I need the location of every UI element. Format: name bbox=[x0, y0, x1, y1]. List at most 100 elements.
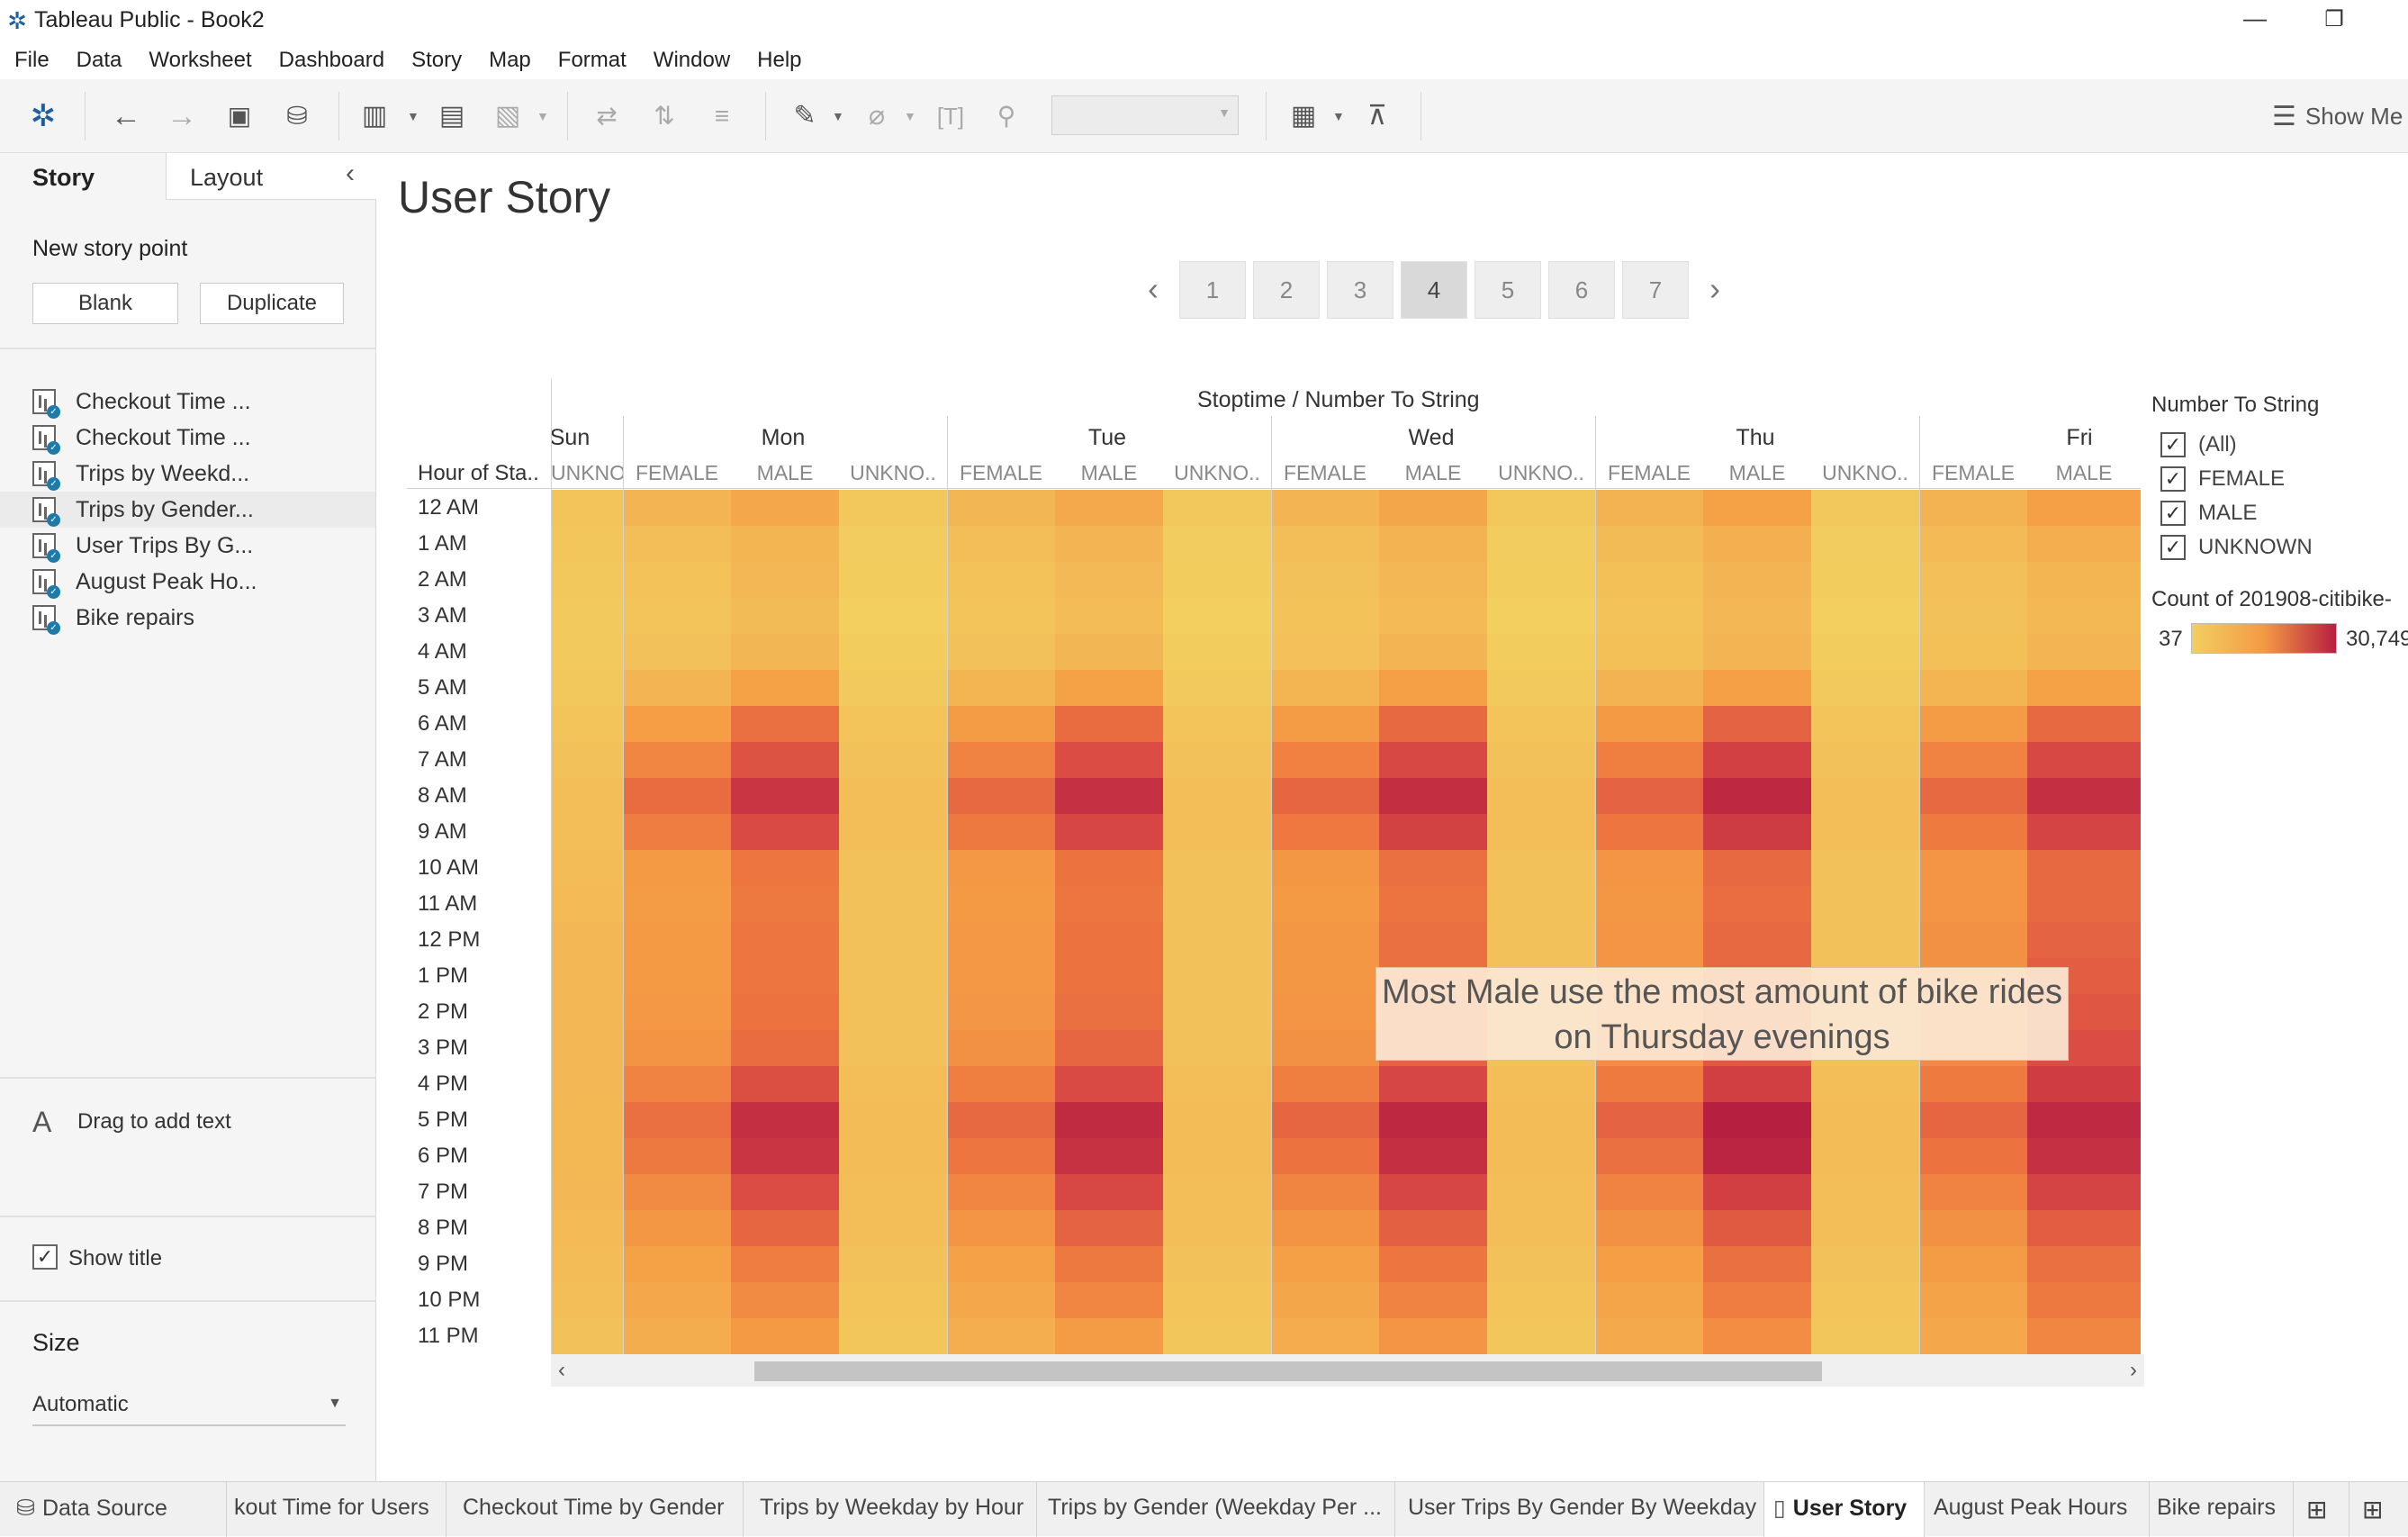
heatmap-cell[interactable] bbox=[1055, 958, 1163, 994]
heatmap-cell[interactable] bbox=[731, 1102, 839, 1138]
heatmap-cell[interactable] bbox=[1271, 1246, 1379, 1282]
heatmap-cell[interactable] bbox=[1703, 526, 1811, 562]
heatmap-cell[interactable] bbox=[1811, 778, 1919, 814]
heatmap-cell[interactable] bbox=[1163, 1318, 1271, 1354]
heatmap-cell[interactable] bbox=[1487, 670, 1595, 706]
heatmap-cell[interactable] bbox=[551, 1066, 623, 1102]
heatmap-cell[interactable] bbox=[1703, 1282, 1811, 1318]
heatmap-cell[interactable] bbox=[947, 1246, 1055, 1282]
heatmap-cell[interactable] bbox=[731, 634, 839, 670]
filter-checkbox[interactable]: ✓ bbox=[2160, 432, 2186, 457]
heatmap-cell[interactable] bbox=[623, 1102, 731, 1138]
heatmap-cell[interactable] bbox=[1703, 670, 1811, 706]
heatmap-cell[interactable] bbox=[731, 598, 839, 634]
heatmap-cell[interactable] bbox=[1487, 1318, 1595, 1354]
heatmap-cell[interactable] bbox=[2027, 598, 2141, 634]
blank-button[interactable]: Blank bbox=[32, 283, 178, 324]
heatmap-cell[interactable] bbox=[1163, 1138, 1271, 1174]
heatmap-cell[interactable] bbox=[1055, 562, 1163, 598]
heatmap-cell[interactable] bbox=[1703, 1138, 1811, 1174]
menu-story[interactable]: Story bbox=[411, 48, 462, 73]
heatmap-cell[interactable] bbox=[1055, 1138, 1163, 1174]
tab-sheet[interactable]: Checkout Time by Gender bbox=[446, 1482, 744, 1537]
heatmap-cell[interactable] bbox=[1163, 562, 1271, 598]
heatmap-cell[interactable] bbox=[1379, 850, 1487, 886]
filter-option-unknown[interactable]: ✓ UNKNOWN bbox=[2160, 532, 2313, 563]
heatmap-cell[interactable] bbox=[551, 958, 623, 994]
heatmap-cell[interactable] bbox=[623, 742, 731, 778]
heatmap-cell[interactable] bbox=[2027, 706, 2141, 742]
heatmap-cell[interactable] bbox=[551, 922, 623, 958]
heatmap-cell[interactable] bbox=[1487, 1138, 1595, 1174]
heatmap-cell[interactable] bbox=[623, 778, 731, 814]
heatmap-cell[interactable] bbox=[1487, 634, 1595, 670]
heatmap-cell[interactable] bbox=[1595, 1138, 1703, 1174]
heatmap-cell[interactable] bbox=[623, 490, 731, 526]
tab-story[interactable]: Story bbox=[0, 153, 166, 200]
heatmap-cell[interactable] bbox=[2027, 1174, 2141, 1210]
heatmap-cell[interactable] bbox=[1271, 1030, 1379, 1066]
heatmap-cell[interactable] bbox=[731, 958, 839, 994]
chevron-down-icon[interactable]: ▼ bbox=[1332, 97, 1347, 135]
next-point-icon[interactable]: › bbox=[1692, 261, 1737, 319]
heatmap-cell[interactable] bbox=[1163, 994, 1271, 1030]
story-point-7[interactable]: 7 bbox=[1622, 261, 1689, 319]
show-me-button[interactable]: ☰ Show Me bbox=[2272, 101, 2403, 132]
heatmap-cell[interactable] bbox=[1595, 1174, 1703, 1210]
menu-map[interactable]: Map bbox=[489, 48, 531, 73]
sheet-item[interactable]: ✓ August Peak Ho... bbox=[0, 564, 375, 600]
heatmap-cell[interactable] bbox=[1055, 922, 1163, 958]
heatmap-cell[interactable] bbox=[1271, 562, 1379, 598]
heatmap-cell[interactable] bbox=[731, 490, 839, 526]
heatmap-cell[interactable] bbox=[551, 706, 623, 742]
heatmap-cell[interactable] bbox=[731, 1210, 839, 1246]
heatmap-cell[interactable] bbox=[1919, 850, 2027, 886]
heatmap-cell[interactable] bbox=[1055, 778, 1163, 814]
heatmap-cell[interactable] bbox=[1379, 1138, 1487, 1174]
heatmap-cell[interactable] bbox=[1487, 526, 1595, 562]
heatmap-cell[interactable] bbox=[839, 1066, 947, 1102]
heatmap-cell[interactable] bbox=[839, 1138, 947, 1174]
heatmap-cell[interactable] bbox=[1379, 742, 1487, 778]
heatmap-cell[interactable] bbox=[1487, 1102, 1595, 1138]
heatmap-cell[interactable] bbox=[1595, 634, 1703, 670]
heatmap-cell[interactable] bbox=[1811, 1246, 1919, 1282]
heatmap-cell[interactable] bbox=[551, 1174, 623, 1210]
heatmap-cell[interactable] bbox=[1595, 706, 1703, 742]
heatmap-cell[interactable] bbox=[1919, 670, 2027, 706]
heatmap-cell[interactable] bbox=[1055, 850, 1163, 886]
tableau-home-icon[interactable]: ✲ bbox=[23, 97, 63, 135]
heatmap-cell[interactable] bbox=[623, 1246, 731, 1282]
heatmap-cell[interactable] bbox=[1703, 598, 1811, 634]
heatmap-cell[interactable] bbox=[1271, 850, 1379, 886]
heatmap-cell[interactable] bbox=[1379, 1102, 1487, 1138]
save-icon[interactable]: ▣ bbox=[220, 97, 259, 135]
heatmap-cell[interactable] bbox=[1271, 1066, 1379, 1102]
tab-user-story[interactable]: ▯ User Story bbox=[1764, 1482, 1925, 1537]
heatmap-cell[interactable] bbox=[1919, 886, 2027, 922]
heatmap-cell[interactable] bbox=[1379, 1318, 1487, 1354]
heatmap-cell[interactable] bbox=[947, 1318, 1055, 1354]
heatmap-cell[interactable] bbox=[1055, 490, 1163, 526]
heatmap-cell[interactable] bbox=[1379, 670, 1487, 706]
heatmap-cell[interactable] bbox=[1811, 598, 1919, 634]
heatmap-cell[interactable] bbox=[1271, 922, 1379, 958]
heatmap-cell[interactable] bbox=[839, 742, 947, 778]
heatmap-cell[interactable] bbox=[1163, 742, 1271, 778]
scroll-left-icon[interactable]: ‹ bbox=[558, 1358, 565, 1383]
heatmap-cell[interactable] bbox=[551, 634, 623, 670]
scroll-right-icon[interactable]: › bbox=[2130, 1358, 2137, 1383]
heatmap-cell[interactable] bbox=[1379, 562, 1487, 598]
heatmap-cell[interactable] bbox=[551, 526, 623, 562]
heatmap-cell[interactable] bbox=[1163, 706, 1271, 742]
clear-sheet-icon[interactable]: ▧ bbox=[488, 97, 528, 135]
heatmap-cell[interactable] bbox=[551, 1282, 623, 1318]
heatmap-cell[interactable] bbox=[551, 778, 623, 814]
heatmap-cell[interactable] bbox=[1055, 1282, 1163, 1318]
story-point-4[interactable]: 4 bbox=[1401, 261, 1467, 319]
heatmap-cell[interactable] bbox=[1487, 1246, 1595, 1282]
heatmap-cell[interactable] bbox=[1919, 922, 2027, 958]
heatmap-cell[interactable] bbox=[1811, 814, 1919, 850]
heatmap-cell[interactable] bbox=[839, 886, 947, 922]
heatmap-cell[interactable] bbox=[731, 1138, 839, 1174]
